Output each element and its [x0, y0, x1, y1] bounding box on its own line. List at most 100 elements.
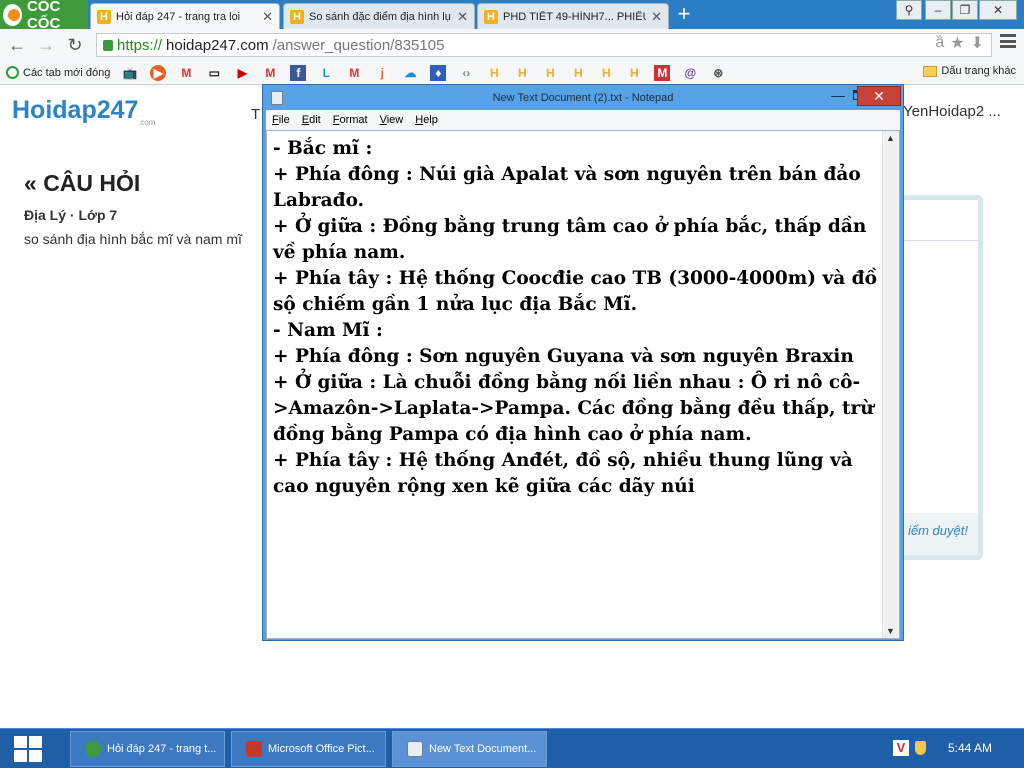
hoidap-icon[interactable]: H — [542, 65, 558, 81]
hoidap-icon[interactable]: H — [598, 65, 614, 81]
coccoc-logo[interactable]: CỐC CỐC — [0, 0, 88, 32]
panel-status-text: iểm duyệt! — [908, 523, 968, 538]
forward-arrow-icon[interactable]: → — [35, 35, 57, 56]
menu-icon[interactable] — [1000, 34, 1016, 48]
gmail-icon[interactable]: M — [262, 65, 278, 81]
taskbar-item-picture-manager[interactable]: Microsoft Office Pict... — [231, 731, 386, 767]
menu-file[interactable]: File — [272, 114, 290, 126]
facebook-icon[interactable]: f — [290, 64, 307, 81]
text-line: + Ở giữa : Đồng bằng trung tâm cao ở phí… — [273, 216, 867, 263]
code-icon[interactable]: ‹› — [458, 65, 474, 81]
panel-footer: iểm duyệt! — [900, 513, 978, 555]
youtube-icon[interactable]: ▶ — [234, 65, 250, 81]
tab-title: So sánh đặc điểm địa hình lụ — [309, 10, 451, 23]
other-bookmarks-label: Dấu trang khác — [941, 65, 1016, 77]
text-line: + Phía đông : Núi già Apalat và sơn nguy… — [273, 164, 861, 211]
taskbar-item-label: Microsoft Office Pict... — [268, 743, 375, 755]
hoidap-icon[interactable]: H — [514, 65, 530, 81]
shield-icon[interactable] — [915, 741, 926, 755]
hoidap-favicon-icon: H — [290, 9, 304, 24]
notepad-content: - Bắc mĩ : + Phía đông : Núi già Apalat … — [273, 136, 883, 500]
tv-icon[interactable]: 📺 — [122, 65, 138, 81]
close-tab-icon[interactable]: ✕ — [457, 9, 468, 25]
coccoc-icon — [85, 741, 101, 757]
tab-phd-tiet[interactable]: H PHD TIẾT 49-HÌNH7... PHIẾU H ✕ — [477, 3, 669, 29]
top-nav-item[interactable]: T — [251, 106, 260, 123]
at-icon[interactable]: @ — [682, 65, 698, 81]
coccoc-logo-icon — [3, 3, 22, 26]
question-heading-text: CÂU HỎI — [43, 170, 141, 196]
hoidap-icon[interactable]: H — [486, 65, 502, 81]
hoidap-favicon-icon: H — [97, 9, 111, 24]
taskbar-item-browser[interactable]: Hỏi đáp 247 - trang t... — [70, 731, 225, 767]
minimize-window-button[interactable]: – — [925, 0, 951, 20]
cloud-icon[interactable]: ☁ — [402, 65, 418, 81]
restore-window-button[interactable]: ❐ — [952, 0, 978, 20]
scroll-down-icon[interactable]: ▼ — [886, 626, 895, 636]
text-line: - Nam Mĩ : — [273, 320, 383, 341]
user-name[interactable]: YenHoidap2 ... — [903, 103, 1001, 120]
m-icon[interactable]: M — [654, 64, 671, 81]
windows-taskbar: Hỏi đáp 247 - trang t... Microsoft Offic… — [0, 728, 1024, 768]
folder-icon — [923, 65, 938, 77]
close-tab-icon[interactable]: ✕ — [262, 9, 273, 25]
answer-panel: iểm duyệt! — [895, 195, 983, 560]
url-actions: ȁ ★ ⬇ — [935, 33, 984, 53]
scroll-up-icon[interactable]: ▲ — [886, 133, 895, 143]
text-line: + Phía tây : Hệ thống Anđét, đồ sộ, nhiề… — [273, 450, 853, 497]
hoidap247-logo[interactable]: Hoidap247 .com — [12, 96, 155, 127]
new-tab-button[interactable]: + — [672, 3, 696, 27]
star-icon[interactable]: ★ — [950, 33, 964, 53]
notepad-minimize-button[interactable]: — — [828, 88, 848, 105]
app-icon[interactable]: ♦ — [430, 64, 447, 81]
tv-icon[interactable]: ▭ — [206, 65, 222, 81]
double-chevron-left-icon[interactable]: « — [24, 170, 37, 196]
text-line: + Phía đông : Sơn nguyên Guyana và sơn n… — [273, 346, 854, 367]
panel-divider — [900, 240, 978, 241]
menu-view[interactable]: View — [380, 114, 404, 126]
hoidap-icon[interactable]: H — [570, 65, 586, 81]
notepad-menu-bar: File Edit Format View Help — [266, 110, 900, 130]
other-bookmarks[interactable]: Dấu trang khác — [923, 65, 1016, 77]
address-bar: ← → ↻ https://hoidap247.com/answer_quest… — [0, 29, 1024, 61]
download-icon[interactable]: ⬇ — [971, 33, 984, 53]
text-line: + Phía tây : Hệ thống Coocđie cao TB (30… — [273, 268, 877, 315]
tab-title: PHD TIẾT 49-HÌNH7... PHIẾU H — [503, 10, 647, 23]
tab-hoidap[interactable]: H Hỏi đáp 247 - trang tra loi ✕ — [90, 3, 280, 29]
url-field[interactable]: https://hoidap247.com/answer_question/83… — [96, 33, 992, 57]
reload-icon[interactable]: ↻ — [64, 35, 86, 56]
notepad-title: New Text Document (2).txt - Notepad — [492, 92, 674, 104]
aperture-icon[interactable]: ⊛ — [710, 65, 726, 81]
menu-format[interactable]: Format — [333, 114, 368, 126]
user-icon[interactable]: ⚲ — [896, 0, 922, 20]
notepad-icon — [407, 741, 423, 757]
bookmarks-bar: Các tab mới đóng 📺 ▶ M ▭ ▶ M f L M j ☁ ♦… — [0, 61, 1024, 85]
notepad-icon[interactable] — [271, 91, 283, 105]
l-icon[interactable]: L — [318, 65, 334, 81]
taskbar-item-notepad[interactable]: New Text Document... — [392, 731, 547, 767]
history-icon — [6, 66, 19, 79]
gmail-icon[interactable]: M — [346, 65, 362, 81]
gmail-icon[interactable]: M — [178, 65, 194, 81]
close-tab-icon[interactable]: ✕ — [651, 9, 662, 25]
hoidap-icon[interactable]: H — [626, 65, 642, 81]
back-arrow-icon[interactable]: ← — [6, 35, 28, 56]
tab-so-sanh[interactable]: H So sánh đặc điểm địa hình lụ ✕ — [283, 3, 475, 29]
translate-icon[interactable]: ȁ — [935, 34, 944, 52]
logo-text: Hoidap247 — [12, 96, 139, 124]
menu-help[interactable]: Help — [415, 114, 438, 126]
question-heading: « CÂU HỎI — [24, 170, 140, 197]
windows-start-icon[interactable] — [14, 736, 44, 762]
menu-edit[interactable]: Edit — [302, 114, 321, 126]
clock[interactable]: 5:44 AM — [948, 741, 992, 755]
notepad-close-button[interactable]: ✕ — [857, 86, 901, 106]
close-window-button[interactable]: ✕ — [979, 0, 1017, 20]
taskbar-item-label: Hỏi đáp 247 - trang t... — [107, 743, 217, 755]
notepad-scrollbar[interactable]: ▲ ▼ — [882, 131, 899, 638]
antivirus-icon[interactable]: V — [893, 740, 909, 756]
notepad-text-area[interactable]: - Bắc mĩ : + Phía đông : Núi già Apalat … — [266, 130, 900, 639]
recent-tabs-bookmark[interactable]: Các tab mới đóng — [6, 66, 110, 79]
play-icon[interactable]: ▶ — [150, 64, 167, 81]
j-icon[interactable]: j — [374, 65, 390, 81]
question-text: so sánh địa hình bắc mĩ và nam mĩ — [24, 231, 242, 247]
